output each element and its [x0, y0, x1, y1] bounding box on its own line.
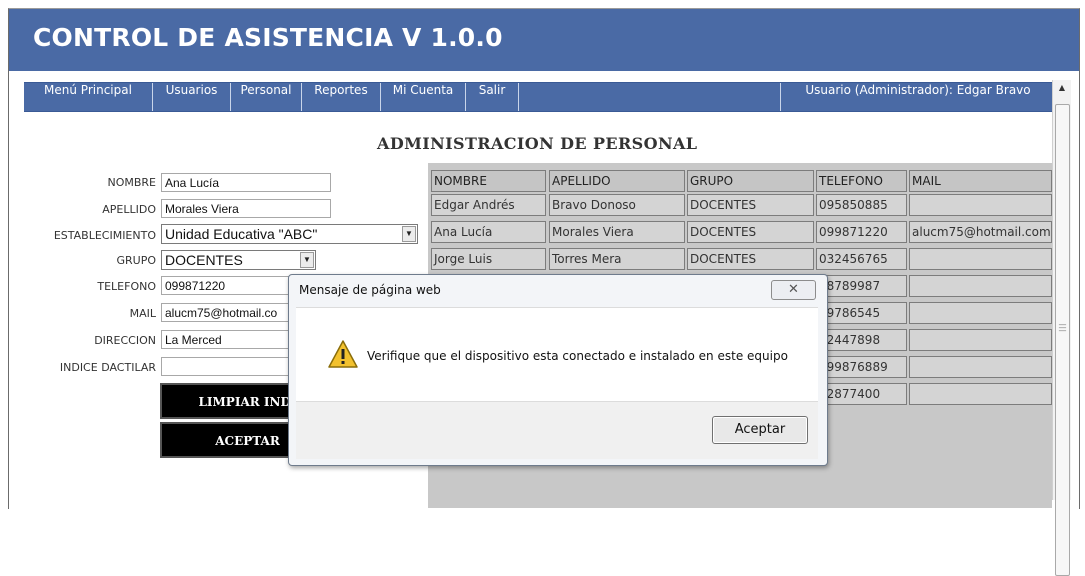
table-cell[interactable] — [909, 356, 1052, 378]
col-header-grupo: GRUPO — [687, 170, 814, 192]
col-header-nombre: NOMBRE — [431, 170, 546, 192]
menu-bar: Menú Principal Usuarios Personal Reporte… — [24, 82, 1054, 112]
col-header-mail: MAIL — [909, 170, 1052, 192]
establecimiento-label: ESTABLECIMIENTO — [53, 229, 156, 242]
table-cell[interactable]: 099871220 — [816, 221, 907, 243]
telefono-label: TELEFONO — [97, 280, 156, 293]
table-cell[interactable]: Jorge Luis — [431, 248, 546, 270]
nombre-label: NOMBRE — [107, 176, 156, 189]
table-cell[interactable]: Morales Viera — [549, 221, 685, 243]
grupo-select[interactable]: DOCENTES ▼ — [161, 250, 316, 270]
indice-dactilar-label: INDICE DACTILAR — [59, 361, 156, 374]
dialog-ok-button[interactable]: Aceptar — [712, 416, 808, 444]
menu-item-mi-cuenta[interactable]: Mi Cuenta — [381, 83, 466, 111]
table-cell[interactable]: DOCENTES — [687, 194, 814, 216]
dialog-message: Verifique que el dispositivo esta conect… — [367, 349, 788, 363]
menu-item-reportes[interactable]: Reportes — [302, 83, 381, 111]
indice-dactilar-field[interactable] — [161, 357, 289, 376]
menu-item-principal[interactable]: Menú Principal — [24, 83, 153, 111]
direccion-label: DIRECCION — [94, 334, 156, 347]
table-cell[interactable]: DOCENTES — [687, 248, 814, 270]
direccion-field[interactable]: La Merced — [161, 330, 289, 349]
scroll-grip-icon: — — — — [1058, 320, 1067, 335]
telefono-field[interactable]: 099871220 — [161, 276, 291, 295]
table-cell[interactable]: Torres Mera — [549, 248, 685, 270]
mail-field[interactable]: alucm75@hotmail.co — [161, 303, 289, 322]
dialog-title: Mensaje de página web — [299, 283, 441, 297]
table-cell[interactable]: 095850885 — [816, 194, 907, 216]
table-cell[interactable]: alucm75@hotmail.com — [909, 221, 1052, 243]
message-dialog: Mensaje de página web ✕ Verifique que el… — [288, 274, 828, 466]
table-cell[interactable] — [909, 275, 1052, 297]
table-cell[interactable]: Bravo Donoso — [549, 194, 685, 216]
table-cell[interactable]: DOCENTES — [687, 221, 814, 243]
nombre-field[interactable]: Ana Lucía — [161, 173, 331, 192]
table-cell[interactable]: 99786545 — [816, 302, 907, 324]
apellido-label: APELLIDO — [102, 203, 156, 216]
menu-item-personal[interactable]: Personal — [231, 83, 302, 111]
title-bar: CONTROL DE ASISTENCIA V 1.0.0 — [9, 9, 1079, 71]
apellido-field[interactable]: Morales Viera — [161, 199, 331, 218]
table-cell[interactable] — [909, 383, 1052, 405]
table-cell[interactable]: 999876889 — [816, 356, 907, 378]
chevron-down-icon[interactable]: ▼ — [402, 226, 416, 242]
table-cell[interactable] — [909, 329, 1052, 351]
grupo-label: GRUPO — [116, 254, 156, 267]
table-cell[interactable]: 98789987 — [816, 275, 907, 297]
mail-label: MAIL — [129, 307, 156, 320]
menu-item-salir[interactable]: Salir — [466, 83, 519, 111]
col-header-telefono: TELEFONO — [816, 170, 907, 192]
grupo-value: DOCENTES — [165, 252, 243, 268]
page-scrollbar[interactable]: ▲ — — — — [1052, 80, 1071, 576]
page-title: ADMINISTRACION DE PERSONAL — [377, 134, 698, 153]
user-label: Usuario (Administrador): Edgar Bravo — [780, 83, 1055, 111]
scroll-up-arrow-icon[interactable]: ▲ — [1053, 80, 1071, 96]
table-cell[interactable]: 032456765 — [816, 248, 907, 270]
table-cell[interactable]: 32447898 — [816, 329, 907, 351]
table-cell[interactable] — [909, 194, 1052, 216]
close-icon[interactable]: ✕ — [771, 280, 816, 300]
menu-item-usuarios[interactable]: Usuarios — [153, 83, 231, 111]
scroll-thumb[interactable]: — — — — [1055, 104, 1070, 576]
table-cell[interactable]: Ana Lucía — [431, 221, 546, 243]
table-cell[interactable] — [909, 302, 1052, 324]
establecimiento-select[interactable]: Unidad Educativa "ABC" ▼ — [161, 224, 418, 244]
table-cell[interactable] — [909, 248, 1052, 270]
establecimiento-value: Unidad Educativa "ABC" — [165, 226, 318, 242]
app-title: CONTROL DE ASISTENCIA V 1.0.0 — [33, 23, 503, 52]
table-cell[interactable]: Edgar Andrés — [431, 194, 546, 216]
chevron-down-icon[interactable]: ▼ — [300, 252, 314, 268]
warning-icon — [328, 340, 358, 368]
col-header-apellido: APELLIDO — [549, 170, 685, 192]
table-cell[interactable]: 32877400 — [816, 383, 907, 405]
